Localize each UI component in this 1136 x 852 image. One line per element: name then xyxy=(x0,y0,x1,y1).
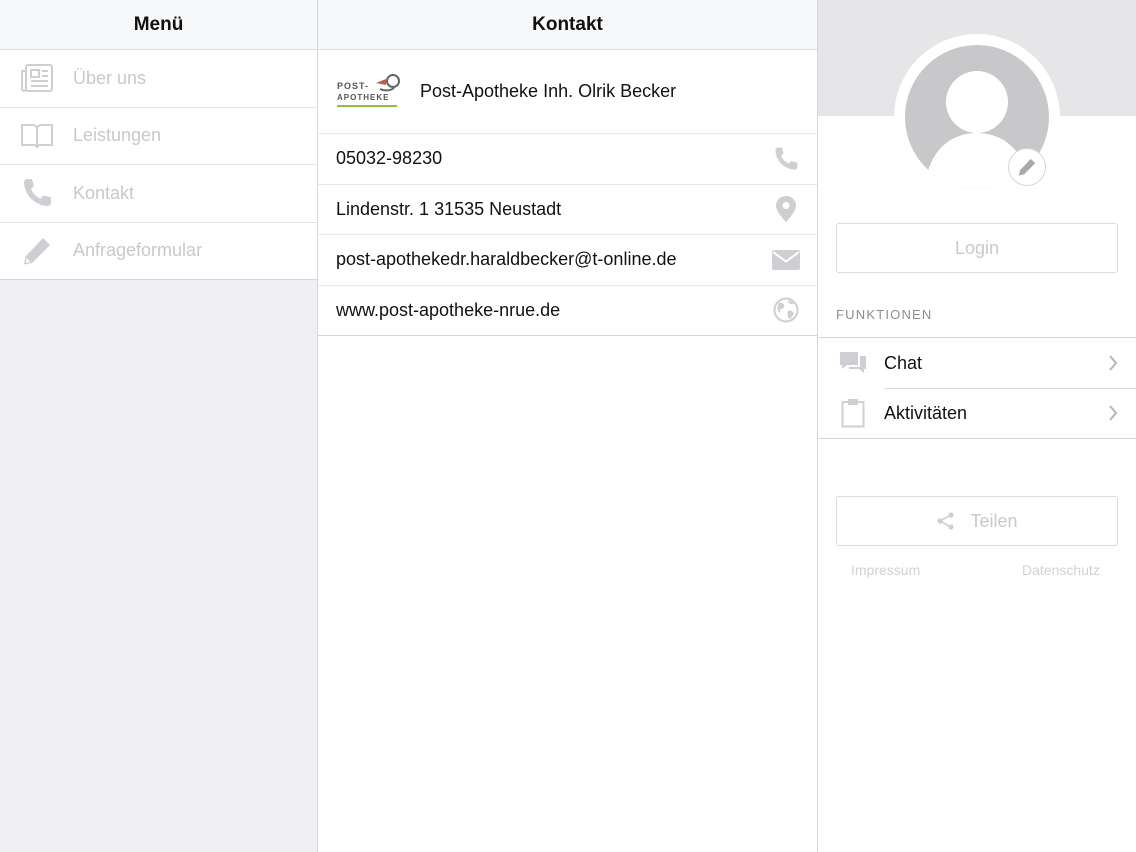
contact-website-row[interactable]: www.post-apotheke-nrue.de xyxy=(318,284,817,336)
function-label: Aktivitäten xyxy=(884,402,968,423)
menu-list: Über uns Leistungen Kontakt Anfrageformu… xyxy=(0,50,317,280)
clipboard-icon xyxy=(836,396,870,430)
menu-item-ueber-uns[interactable]: Über uns xyxy=(0,50,317,108)
contact-phone-row[interactable]: 05032-98230 xyxy=(318,133,817,184)
contact-email-row[interactable]: post-apothekedr.haraldbecker@t-online.de xyxy=(318,234,817,285)
contact-phone: 05032-98230 xyxy=(336,148,443,169)
chat-bubbles-icon xyxy=(836,346,870,380)
contact-panel: Kontakt POST- APOTHEKE Post-Apotheke Inh… xyxy=(318,0,818,852)
company-logo: POST- APOTHEKE xyxy=(336,72,402,112)
menu-item-label: Über uns xyxy=(73,67,147,88)
menu-item-kontakt[interactable]: Kontakt xyxy=(0,165,317,223)
chevron-right-icon xyxy=(1108,355,1118,371)
post-horn-icon xyxy=(376,73,400,91)
login-button[interactable]: Login xyxy=(836,223,1118,273)
menu-item-label: Kontakt xyxy=(73,182,135,203)
menu-title: Menü xyxy=(0,0,317,50)
logo-underline xyxy=(337,104,397,107)
pencil-icon xyxy=(1018,158,1036,176)
contact-website: www.post-apotheke-nrue.de xyxy=(336,299,561,320)
functions-list: Chat Aktivitäten xyxy=(818,337,1136,439)
company-name: Post-Apotheke Inh. Olrik Becker xyxy=(420,81,677,101)
book-icon xyxy=(20,119,54,153)
menu-item-anfrageformular[interactable]: Anfrageformular xyxy=(0,223,317,280)
contact-title: Kontakt xyxy=(318,0,817,50)
chevron-right-icon xyxy=(1108,405,1118,421)
company-row: POST- APOTHEKE Post-Apotheke Inh. Olrik … xyxy=(318,50,817,133)
datenschutz-link[interactable]: Datenschutz xyxy=(1022,562,1100,578)
map-pin-icon xyxy=(771,194,801,224)
contact-address: Lindenstr. 1 31535 Neustadt xyxy=(336,198,562,219)
mail-icon xyxy=(771,245,801,275)
function-item-aktivitaeten[interactable]: Aktivitäten xyxy=(818,388,1136,438)
functions-section-title: FUNKTIONEN xyxy=(836,307,933,322)
share-label: Teilen xyxy=(970,510,1018,531)
contact-email: post-apothekedr.haraldbecker@t-online.de xyxy=(336,249,677,270)
contact-address-row[interactable]: Lindenstr. 1 31535 Neustadt xyxy=(318,183,817,235)
logo-text-bottom: APOTHEKE xyxy=(337,92,390,102)
menu-panel: Menü Über uns Leistungen Kontakt Anfrage… xyxy=(0,0,318,852)
impressum-link[interactable]: Impressum xyxy=(851,562,920,578)
share-button[interactable]: Teilen xyxy=(836,496,1118,546)
edit-avatar-button[interactable] xyxy=(1008,148,1046,186)
menu-item-label: Anfrageformular xyxy=(73,240,203,261)
globe-icon xyxy=(771,295,801,325)
contact-list: POST- APOTHEKE Post-Apotheke Inh. Olrik … xyxy=(318,50,817,336)
newspaper-icon xyxy=(20,61,54,95)
menu-item-leistungen[interactable]: Leistungen xyxy=(0,108,317,165)
function-item-chat[interactable]: Chat xyxy=(818,338,1136,388)
profile-panel: Login FUNKTIONEN Chat Aktivitäten Teilen… xyxy=(818,0,1136,852)
logo-text-top: POST- xyxy=(337,80,370,91)
menu-item-label: Leistungen xyxy=(73,125,162,146)
share-icon xyxy=(936,511,956,531)
phone-icon xyxy=(771,144,801,174)
pencil-icon xyxy=(20,234,54,268)
phone-icon xyxy=(20,176,54,210)
function-label: Chat xyxy=(884,352,923,373)
